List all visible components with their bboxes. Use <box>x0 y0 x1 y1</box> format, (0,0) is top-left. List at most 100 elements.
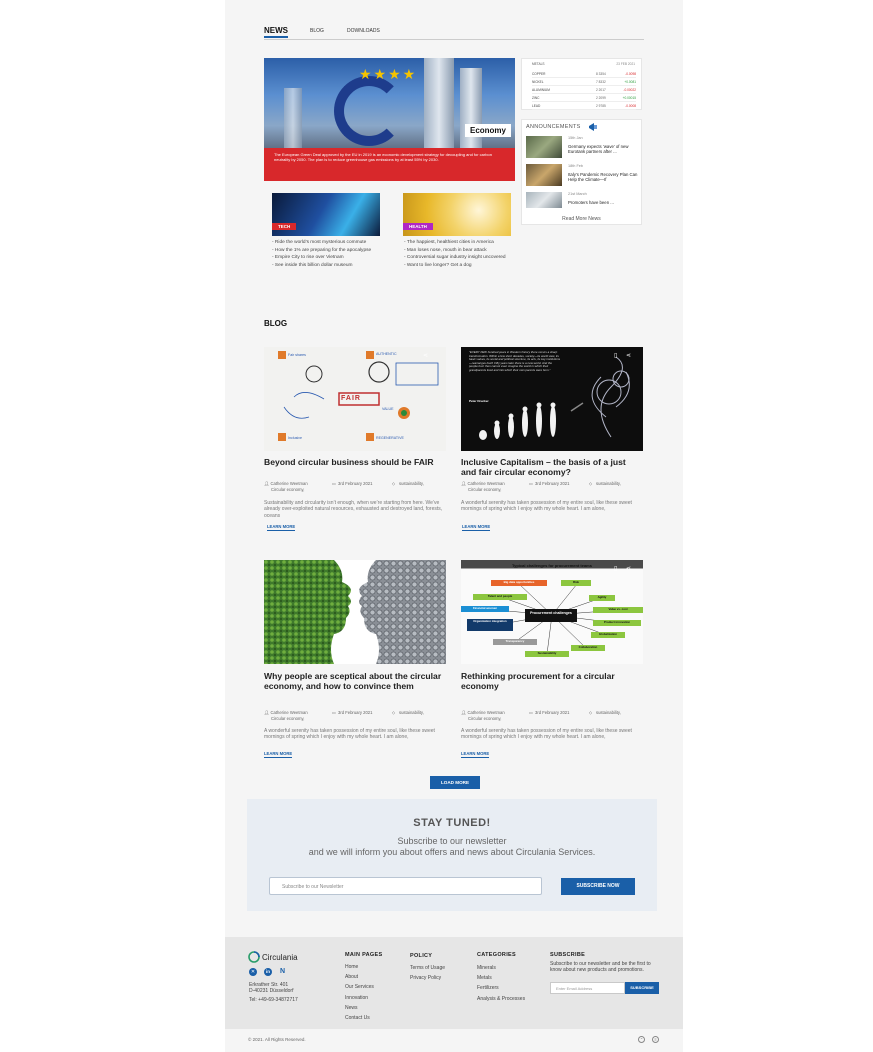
post-author-2[interactable]: Circular economy, <box>461 487 643 493</box>
tab-news[interactable]: NEWS <box>264 26 288 38</box>
post-category[interactable]: sustainability, <box>596 481 621 487</box>
footer-address-city: D-40231 Düsseldorf <box>249 988 294 994</box>
footer-link-about[interactable]: About <box>345 974 358 980</box>
footer-link-privacy[interactable]: Privacy Policy <box>410 975 441 981</box>
announcement-item[interactable]: 21st March Promoters have been ... <box>526 192 640 216</box>
skyscraper-image <box>460 68 482 158</box>
newsletter-email-input[interactable]: Subscribe to our Newsletter <box>269 877 542 895</box>
footer-link-services[interactable]: Our Services <box>345 984 374 990</box>
metal-price: 2 9785 <box>596 104 606 108</box>
diagram-node: Agility <box>589 595 615 601</box>
metal-change: -0.0098 <box>625 72 636 76</box>
post-author[interactable]: Catherine Weetman <box>468 481 505 486</box>
metal-price: 2 2099 <box>596 96 606 100</box>
hero-economy[interactable]: ★★★★ Economy The European Green Deal app… <box>264 58 515 181</box>
footer-link-news[interactable]: News <box>345 1005 358 1011</box>
footer-link-analysis[interactable]: Analysis & Processes <box>477 996 525 1002</box>
diagram-node: Financial acumen <box>461 606 509 612</box>
post-excerpt: A wonderful serenity has taken possessio… <box>461 728 632 741</box>
health-headline[interactable]: - Controversial sugar industry insight u… <box>404 254 512 262</box>
learn-more-link[interactable]: LEARN MORE <box>462 524 491 531</box>
post-title[interactable]: Rethinking procurement for a circular ec… <box>461 671 643 692</box>
footer-email-input[interactable]: Enter Email Address <box>550 982 625 994</box>
learn-more-link[interactable]: LEARN MORE <box>264 751 293 758</box>
xing-icon[interactable]: N <box>280 968 285 975</box>
footer-link-home[interactable]: Home <box>345 964 358 970</box>
footer-link-contact[interactable]: Contact Us <box>345 1015 370 1021</box>
health-card[interactable]: HEALTH <box>403 193 511 236</box>
post-category[interactable]: sustainability, <box>399 710 424 716</box>
health-headline[interactable]: - Man loses nose, mouth in bear attack <box>404 247 512 255</box>
tech-card[interactable]: TECH <box>272 193 380 236</box>
post-author[interactable]: Catherine Weetman <box>468 710 505 715</box>
linkedin-icon[interactable]: in <box>264 968 272 976</box>
footer-subscribe-button[interactable]: SUBSCRIBE <box>625 982 659 994</box>
announcement-headline[interactable]: Germany expects ‘wave’ of new Eurotank p… <box>568 144 640 154</box>
tag-icon: ◇ <box>392 481 396 486</box>
user-icon: 👤︎ <box>461 710 467 715</box>
footer-link-metals[interactable]: Metals <box>477 975 492 981</box>
post-meta: 👤︎ Catherine Weetman ▭ 3rd February 2021… <box>461 481 643 493</box>
calendar-icon: ▭ <box>529 710 533 715</box>
tech-headline[interactable]: - See inside this billion dollar museum <box>272 262 380 270</box>
load-more-button[interactable]: LOAD MORE <box>430 776 480 789</box>
post-image-procurement[interactable]: Typical challenges for procurement teams… <box>461 560 643 664</box>
metal-row: COPPER 8 3354 -0.0098 <box>532 71 636 78</box>
post-author-2[interactable]: Circular economy, <box>461 716 643 722</box>
post-author[interactable]: Catherine Weetman <box>271 710 308 715</box>
footer-link-innovation[interactable]: Innovation <box>345 995 368 1001</box>
post-category[interactable]: sustainability, <box>596 710 621 716</box>
two-faces-image <box>264 560 446 664</box>
tech-headline[interactable]: - Ride the world’s most mysterious commu… <box>272 239 380 247</box>
learn-more-link[interactable]: LEARN MORE <box>461 751 490 758</box>
metal-name: ALUMINIUM <box>532 88 550 92</box>
post-title[interactable]: Why people are sceptical about the circu… <box>264 671 446 692</box>
post-image-evolution[interactable]: "EVERY FEW hundred years in Western hist… <box>461 347 643 451</box>
chat-icon[interactable]: ≡ <box>652 1036 659 1043</box>
newsletter-heading: STAY TUNED! <box>413 817 491 829</box>
post-author[interactable]: Catherine Weetman <box>271 481 308 486</box>
footer-phone[interactable]: Tel: +49-69-34872717 <box>249 997 298 1003</box>
tab-blog[interactable]: BLOG <box>310 28 324 34</box>
post-meta: 👤︎ Catherine Weetman ▭ 3rd February 2021… <box>461 710 643 722</box>
footer-link-terms[interactable]: Terms of Usage <box>410 965 445 971</box>
tech-tag: TECH <box>272 223 297 230</box>
twitter-icon[interactable]: ✕ <box>249 968 257 976</box>
post-title[interactable]: Beyond circular business should be FAIR <box>264 457 446 467</box>
announcement-date: 18th Feb <box>568 164 583 168</box>
footer-link-minerals[interactable]: Minerals <box>477 965 496 971</box>
read-more-news-link[interactable]: Read More News <box>522 216 641 222</box>
stars-image: ★★★★ <box>359 66 418 82</box>
announcement-headline[interactable]: Promoters have been ... <box>568 200 640 205</box>
health-headline[interactable]: - The happiest, healthiest cities in Ame… <box>404 239 512 247</box>
share-icon[interactable]: ⋖ <box>626 352 631 359</box>
post-image-whiteboard[interactable]: FAIR Fair shares AUTHENTIC Inclusive REG… <box>264 347 446 451</box>
post-image-faces[interactable] <box>264 560 446 664</box>
tech-headline[interactable]: - Empire City to rise over Vietnam <box>272 254 380 262</box>
metal-name: NICKEL <box>532 80 544 84</box>
metal-price: 2 2017 <box>596 88 606 92</box>
whiteboard-word: Inclusive <box>288 436 302 440</box>
subscribe-now-button[interactable]: SUBSCRIBE NOW <box>561 878 635 895</box>
post-author-2[interactable]: Circular economy, <box>264 487 446 493</box>
post-title[interactable]: Inclusive Capitalism – the basis of a ju… <box>461 457 643 478</box>
footer-brand[interactable]: Circulania <box>262 953 298 962</box>
announcement-item[interactable]: 18th Feb Italy’s Pandemic Recovery Plan … <box>526 164 640 188</box>
share-icon[interactable]: ⋖ <box>423 352 428 359</box>
tech-headlines: - Ride the world’s most mysterious commu… <box>272 239 380 269</box>
post-author-2[interactable]: Circular economy, <box>264 716 446 722</box>
footer-link-fertilizers[interactable]: Fertilizers <box>477 985 499 991</box>
tech-headline[interactable]: - How the 1% are preparing for the apoca… <box>272 247 380 255</box>
calendar-icon: ▭ <box>529 481 533 486</box>
bookmark-icon[interactable]: ▯ <box>614 352 617 359</box>
megaphone-icon <box>589 123 597 131</box>
scroll-top-icon[interactable]: ⌃ <box>638 1036 645 1043</box>
learn-more-link[interactable]: LEARN MORE <box>267 524 296 531</box>
tab-downloads[interactable]: DOWNLOADS <box>347 28 380 34</box>
health-headline[interactable]: - Want to live longer? Get a dog <box>404 262 512 270</box>
announcement-item[interactable]: 15th Jan Germany expects ‘wave’ of new E… <box>526 136 640 160</box>
post-category[interactable]: sustainability, <box>399 481 424 487</box>
metal-change: +0.00015 <box>622 96 636 100</box>
announcement-headline[interactable]: Italy’s Pandemic Recovery Plan Can Help … <box>568 172 640 182</box>
page-container: NEWS BLOG DOWNLOADS ★★★★ Economy The Eur… <box>225 0 683 1052</box>
